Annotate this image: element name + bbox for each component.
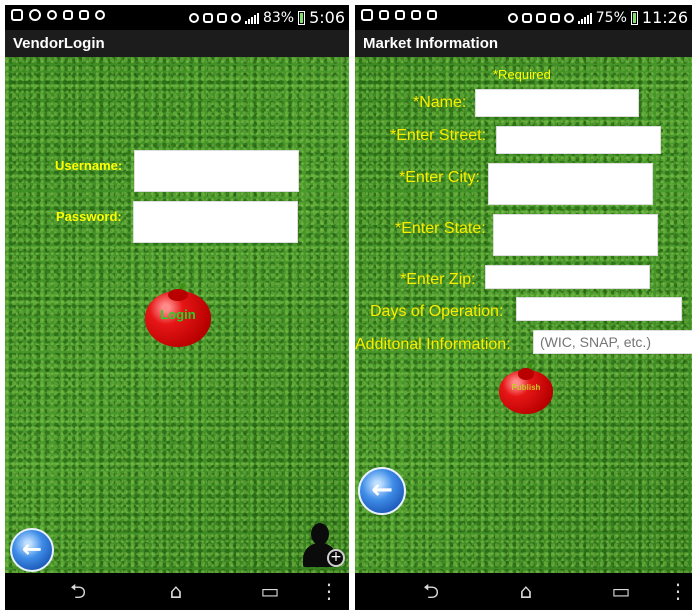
nav-recent-apps-icon[interactable]: ▭ (608, 579, 634, 603)
navigation-bar: ⮌ ⌂ ▭ ⋮ (355, 573, 692, 610)
signal-icon (577, 12, 592, 24)
grass-background: Username: Password: Login ← + (5, 57, 349, 573)
publish-button[interactable]: Publish (499, 361, 553, 414)
status-bar: 75% 11:26 (355, 5, 692, 30)
app-title: Market Information (355, 30, 692, 57)
system-status: 75% 11:26 (507, 8, 688, 27)
nav-menu-icon[interactable]: ⋮ (319, 579, 339, 603)
days-of-operation-input[interactable] (516, 297, 682, 321)
battery-percent: 75% (595, 9, 627, 26)
additional-information-label: Additonal Information: (355, 336, 511, 353)
clock: 11:26 (641, 8, 688, 27)
image-icon (395, 10, 405, 20)
mute-icon (535, 12, 546, 23)
nfc-icon (521, 12, 532, 23)
back-arrow-icon: ← (371, 475, 393, 505)
no-sim-icon (549, 12, 560, 23)
signal-icon (244, 12, 259, 24)
wifi-icon (563, 12, 574, 23)
street-label: *Enter Street: (390, 127, 487, 144)
zip-label: *Enter Zip: (400, 271, 476, 288)
nav-home-icon[interactable]: ⌂ (513, 579, 539, 603)
back-button[interactable]: ← (358, 467, 406, 515)
screen-mirror-icon (79, 10, 89, 20)
notification-icons (11, 9, 105, 21)
publish-label: Publish (511, 383, 541, 392)
login-button[interactable]: Login (145, 282, 211, 347)
login-label: Login (160, 307, 196, 322)
navigation-bar: ⮌ ⌂ ▭ ⋮ (5, 573, 349, 610)
apple-icon (499, 368, 553, 414)
additional-information-input[interactable] (533, 330, 692, 354)
status-bar: 83% 5:06 (5, 5, 349, 30)
plus-icon: + (327, 549, 345, 567)
app-notification-icon (11, 9, 23, 21)
grass-background: *Required *Name: *Enter Street: *Enter C… (355, 57, 692, 573)
user-head-icon (311, 523, 329, 545)
required-note: *Required (493, 67, 551, 82)
download-icon (411, 10, 421, 20)
mail-icon (427, 10, 437, 20)
bluetooth-icon (507, 12, 518, 23)
back-button[interactable]: ← (10, 528, 54, 572)
city-input[interactable] (488, 163, 653, 205)
add-user-button[interactable]: + (299, 523, 345, 571)
state-label: *Enter State: (395, 220, 486, 237)
nfc-icon (202, 12, 213, 23)
nav-menu-icon[interactable]: ⋮ (668, 579, 688, 603)
street-input[interactable] (496, 126, 661, 154)
back-arrow-icon: ← (21, 535, 43, 563)
no-sim-icon (216, 12, 227, 23)
password-input[interactable] (133, 201, 298, 243)
vendor-login-screen: 83% 5:06 VendorLogin Username: Password:… (5, 5, 349, 610)
username-input[interactable] (134, 150, 299, 192)
battery-percent: 83% (262, 9, 295, 26)
sync-icon (63, 10, 73, 20)
state-input[interactable] (493, 214, 658, 256)
password-label: Password: (56, 209, 122, 224)
refresh-icon (95, 10, 105, 20)
whatsapp-icon (29, 9, 41, 21)
nav-back-icon[interactable]: ⮌ (65, 579, 91, 603)
wifi-icon (230, 12, 241, 23)
bluetooth-icon (188, 12, 199, 23)
app-title: VendorLogin (5, 30, 349, 57)
battery-icon (630, 10, 638, 25)
name-input[interactable] (475, 89, 639, 117)
city-label: *Enter City: (399, 169, 480, 186)
wifi-hotspot-icon (47, 10, 57, 20)
system-status: 83% 5:06 (188, 8, 345, 27)
notification-icons (361, 9, 437, 21)
clock: 5:06 (309, 8, 345, 27)
zip-input[interactable] (485, 265, 650, 289)
battery-icon (298, 10, 306, 25)
nav-recent-apps-icon[interactable]: ▭ (257, 579, 283, 603)
screen-mirror-icon (379, 10, 389, 20)
market-information-screen: 75% 11:26 Market Information *Required *… (355, 5, 692, 610)
nav-home-icon[interactable]: ⌂ (163, 579, 189, 603)
nav-back-icon[interactable]: ⮌ (418, 579, 444, 603)
app-notification-icon (361, 9, 373, 21)
name-label: *Name: (413, 94, 467, 111)
username-label: Username: (55, 158, 123, 173)
days-of-operation-label: Days of Operation: (370, 303, 504, 320)
